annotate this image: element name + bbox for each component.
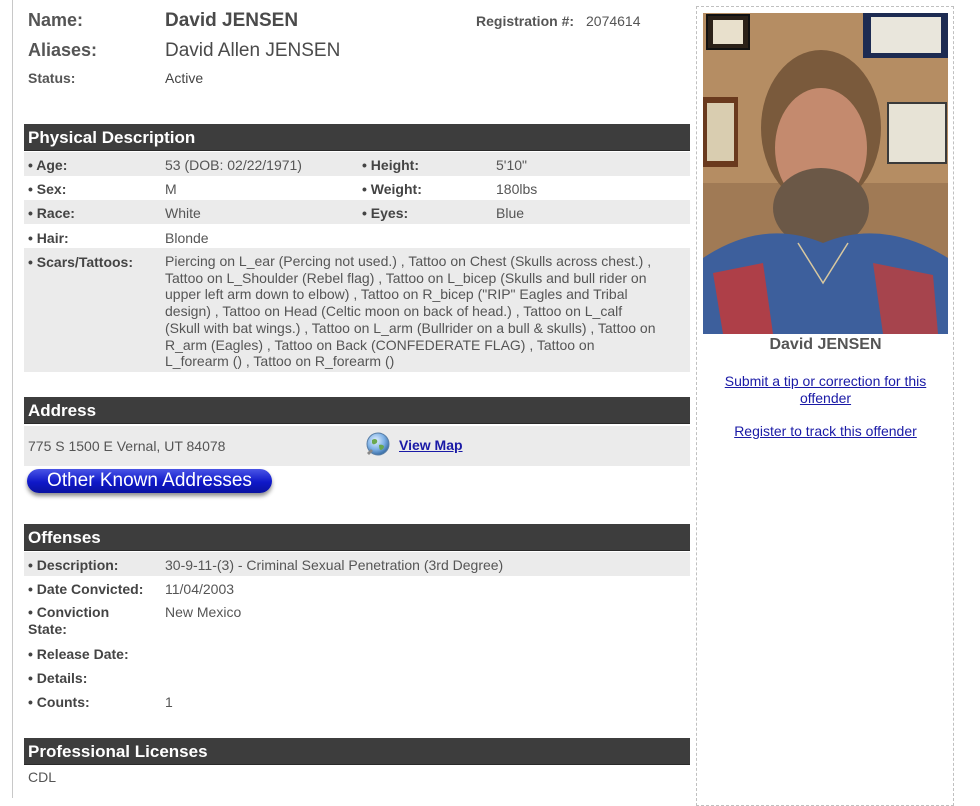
sex-weight-row: • Sex: M • Weight: 180lbs xyxy=(24,176,690,200)
counts-label: • Counts: xyxy=(28,694,90,710)
age-height-row: • Age: 53 (DOB: 02/22/1971) • Height: 5'… xyxy=(24,152,690,176)
age-value: 53 (DOB: 02/22/1971) xyxy=(165,157,302,173)
scars-line: Piercing on L_ear (Percing not used.) , … xyxy=(165,253,652,269)
height-value: 5'10" xyxy=(496,157,528,173)
scars-line: Tattoo on L_Shoulder (Rebel flag) , Tatt… xyxy=(165,269,647,286)
eyes-value: Blue xyxy=(496,205,525,221)
scars-line: R_arm (Eagles) , Tattoo on Back (CONFEDE… xyxy=(165,336,595,353)
conviction-state-value: New Mexico xyxy=(165,604,242,620)
race-eyes-row: • Race: White • Eyes: Blue xyxy=(24,200,690,224)
conviction-state-row: • Conviction State: New Mexico xyxy=(24,600,690,642)
date-convicted-label: • Date Convicted: xyxy=(28,581,144,597)
name-label: Name: xyxy=(28,10,84,30)
offense-description-row: • Description: 30-9-11-(3) - Criminal Se… xyxy=(24,552,690,576)
address-value: 775 S 1500 E Vernal, UT 84078 xyxy=(28,438,226,454)
photo-caption: David JENSEN xyxy=(769,336,882,353)
hair-row: • Hair: Blonde xyxy=(24,224,690,248)
description-label: • Description: xyxy=(28,557,119,573)
details-row: • Details: xyxy=(24,666,690,690)
release-date-label: • Release Date: xyxy=(28,646,129,662)
age-label: • Age: xyxy=(28,157,68,173)
counts-value: 1 xyxy=(165,694,173,710)
sex-label: • Sex: xyxy=(28,181,67,197)
weight-value: 180lbs xyxy=(496,181,538,197)
date-convicted-value: 11/04/2003 xyxy=(165,581,235,597)
submit-tip-link[interactable]: Submit a tip or correction for this offe… xyxy=(703,373,948,407)
scars-line: upper left arm down to elbow) , Tattoo o… xyxy=(165,286,628,303)
conviction-state-label-line1: • Conviction xyxy=(28,604,110,620)
status-value: Active xyxy=(165,70,204,86)
scars-line: (Skull with bat wings.) , Tattoo on L_ar… xyxy=(165,319,656,336)
height-label: • Height: xyxy=(362,157,420,173)
counts-row: • Counts: 1 xyxy=(24,690,690,714)
globe-icon[interactable] xyxy=(365,431,391,457)
offenses-header: Offenses xyxy=(24,524,690,551)
license-value: CDL xyxy=(28,769,57,785)
scars-tattoos-value: Piercing on L_ear (Percing not used.) , … xyxy=(165,253,656,370)
submit-tip-link-line2[interactable]: offender xyxy=(703,390,948,407)
weight-label: • Weight: xyxy=(362,181,422,197)
hair-value: Blonde xyxy=(165,230,209,246)
hair-label: • Hair: xyxy=(28,230,69,246)
conviction-state-label-line2: State: xyxy=(28,621,67,637)
registration-number: 2074614 xyxy=(586,13,641,29)
other-known-addresses-button[interactable]: Other Known Addresses xyxy=(27,469,272,493)
register-track-link[interactable]: Register to track this offender xyxy=(703,423,948,440)
race-label: • Race: xyxy=(28,205,75,221)
address-row: 775 S 1500 E Vernal, UT 84078 View Map xyxy=(24,426,690,466)
offender-photo xyxy=(703,13,948,334)
submit-tip-link-line1[interactable]: Submit a tip or correction for this xyxy=(703,373,948,390)
description-value: 30-9-11-(3) - Criminal Sexual Penetratio… xyxy=(165,557,504,573)
eyes-label: • Eyes: xyxy=(362,205,409,221)
scars-line: design) , Tattoo on Head (Celtic moon on… xyxy=(165,303,623,320)
physical-description-header: Physical Description xyxy=(24,124,690,151)
sex-value: M xyxy=(165,181,177,197)
aliases-label: Aliases: xyxy=(28,40,98,60)
details-label: • Details: xyxy=(28,670,88,686)
professional-licenses-header: Professional Licenses xyxy=(24,738,690,765)
release-date-row: • Release Date: xyxy=(24,642,690,666)
address-header: Address xyxy=(24,397,690,424)
registration-label: Registration #: xyxy=(476,13,575,29)
page-left-border xyxy=(12,0,13,798)
view-map-link[interactable]: View Map xyxy=(399,437,463,453)
scars-tattoos-row: • Scars/Tattoos: Piercing on L_ear (Perc… xyxy=(24,248,690,372)
scars-tattoos-label: • Scars/Tattoos: xyxy=(28,254,133,270)
race-value: White xyxy=(165,205,201,221)
status-label: Status: xyxy=(28,70,76,86)
date-convicted-row: • Date Convicted: 11/04/2003 xyxy=(24,576,690,600)
aliases-value: David Allen JENSEN xyxy=(165,40,341,61)
conviction-state-label: • Conviction State: xyxy=(28,604,109,638)
offender-name: David JENSEN xyxy=(165,10,299,31)
scars-line: L_forearm () , Tattoo on R_forearm () xyxy=(165,353,395,370)
